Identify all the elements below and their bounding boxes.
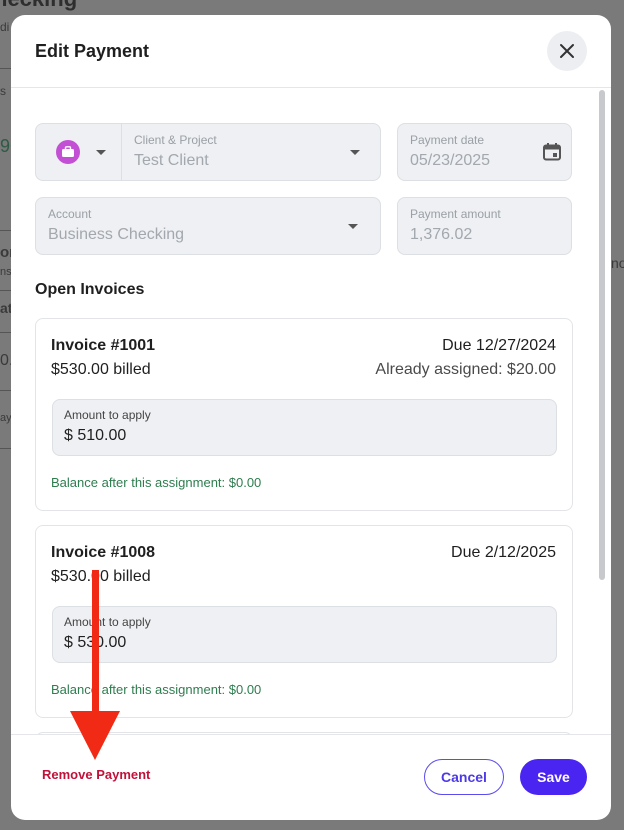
save-button[interactable]: Save: [520, 759, 587, 795]
remove-payment-button[interactable]: Remove Payment: [42, 767, 150, 782]
amount-value: 530.00: [77, 634, 127, 651]
account-select[interactable]: Account Business Checking: [35, 197, 381, 255]
invoice-due-date: Due 12/27/2024: [442, 337, 556, 354]
payment-amount-field[interactable]: Payment amount 1,376.02: [397, 197, 572, 255]
amount-to-apply-input[interactable]: Amount to apply $ 510.00: [52, 399, 557, 456]
open-invoices-title: Open Invoices: [35, 281, 145, 298]
footer-divider: [11, 734, 611, 735]
client-project-value: Test Client: [134, 152, 209, 169]
balance-after-assignment: Balance after this assignment: $0.00: [51, 475, 262, 490]
client-project-select[interactable]: Client & Project Test Client: [121, 123, 381, 181]
amount-to-apply-input[interactable]: Amount to apply $ 530.00: [52, 606, 557, 663]
amount-to-apply-label: Amount to apply: [64, 408, 151, 422]
chevron-down-icon: [348, 224, 358, 229]
amount-value: 510.00: [77, 427, 127, 444]
scrollbar-thumb[interactable]: [599, 90, 605, 580]
background-page-title: necking: [0, 0, 77, 12]
currency-symbol: $: [64, 427, 73, 444]
modal-title: Edit Payment: [35, 41, 150, 61]
background-text: s: [0, 84, 6, 98]
background-text: no: [611, 255, 624, 271]
balance-after-assignment: Balance after this assignment: $0.00: [51, 682, 262, 697]
invoice-card: Invoice #1001 Due 12/27/2024 $530.00 bil…: [35, 318, 573, 511]
invoice-billed: $530.00 billed: [51, 568, 151, 585]
calendar-icon[interactable]: [542, 142, 562, 162]
close-icon: [560, 44, 574, 58]
briefcase-icon: [56, 140, 80, 164]
invoice-due-date: Due 2/12/2025: [451, 544, 556, 561]
edit-payment-modal: Edit Payment Client & Project Test Clien…: [11, 15, 611, 820]
amount-to-apply-label: Amount to apply: [64, 615, 151, 629]
modal-body[interactable]: Client & Project Test Client Payment dat…: [11, 88, 611, 734]
payment-date-value: 05/23/2025: [410, 152, 491, 169]
payment-date-label: Payment date: [410, 133, 485, 147]
account-label: Account: [48, 207, 92, 221]
payment-date-field[interactable]: Payment date 05/23/2025: [397, 123, 572, 181]
invoice-already-assigned: Already assigned: $20.00: [375, 361, 556, 378]
background-text: di: [0, 20, 10, 34]
chevron-down-icon: [96, 150, 106, 155]
amount-to-apply-value: $ 510.00: [64, 427, 126, 445]
invoice-billed: $530.00 billed: [51, 361, 151, 378]
chevron-down-icon: [350, 150, 360, 155]
currency-symbol: $: [64, 634, 73, 651]
payment-amount-value: 1,376.02: [410, 226, 473, 243]
account-value: Business Checking: [48, 226, 185, 243]
background-text: ay: [0, 412, 12, 424]
invoice-number: Invoice #1008: [51, 544, 156, 561]
amount-to-apply-value: $ 530.00: [64, 634, 126, 652]
category-icon-select[interactable]: [35, 123, 121, 181]
client-project-label: Client & Project: [134, 133, 217, 147]
invoice-card: Invoice #1008 Due 2/12/2025 $530.00 bill…: [35, 525, 573, 718]
payment-amount-label: Payment amount: [410, 207, 501, 221]
invoice-number: Invoice #1001: [51, 337, 156, 354]
close-button[interactable]: [547, 31, 587, 71]
cancel-button[interactable]: Cancel: [424, 759, 504, 795]
